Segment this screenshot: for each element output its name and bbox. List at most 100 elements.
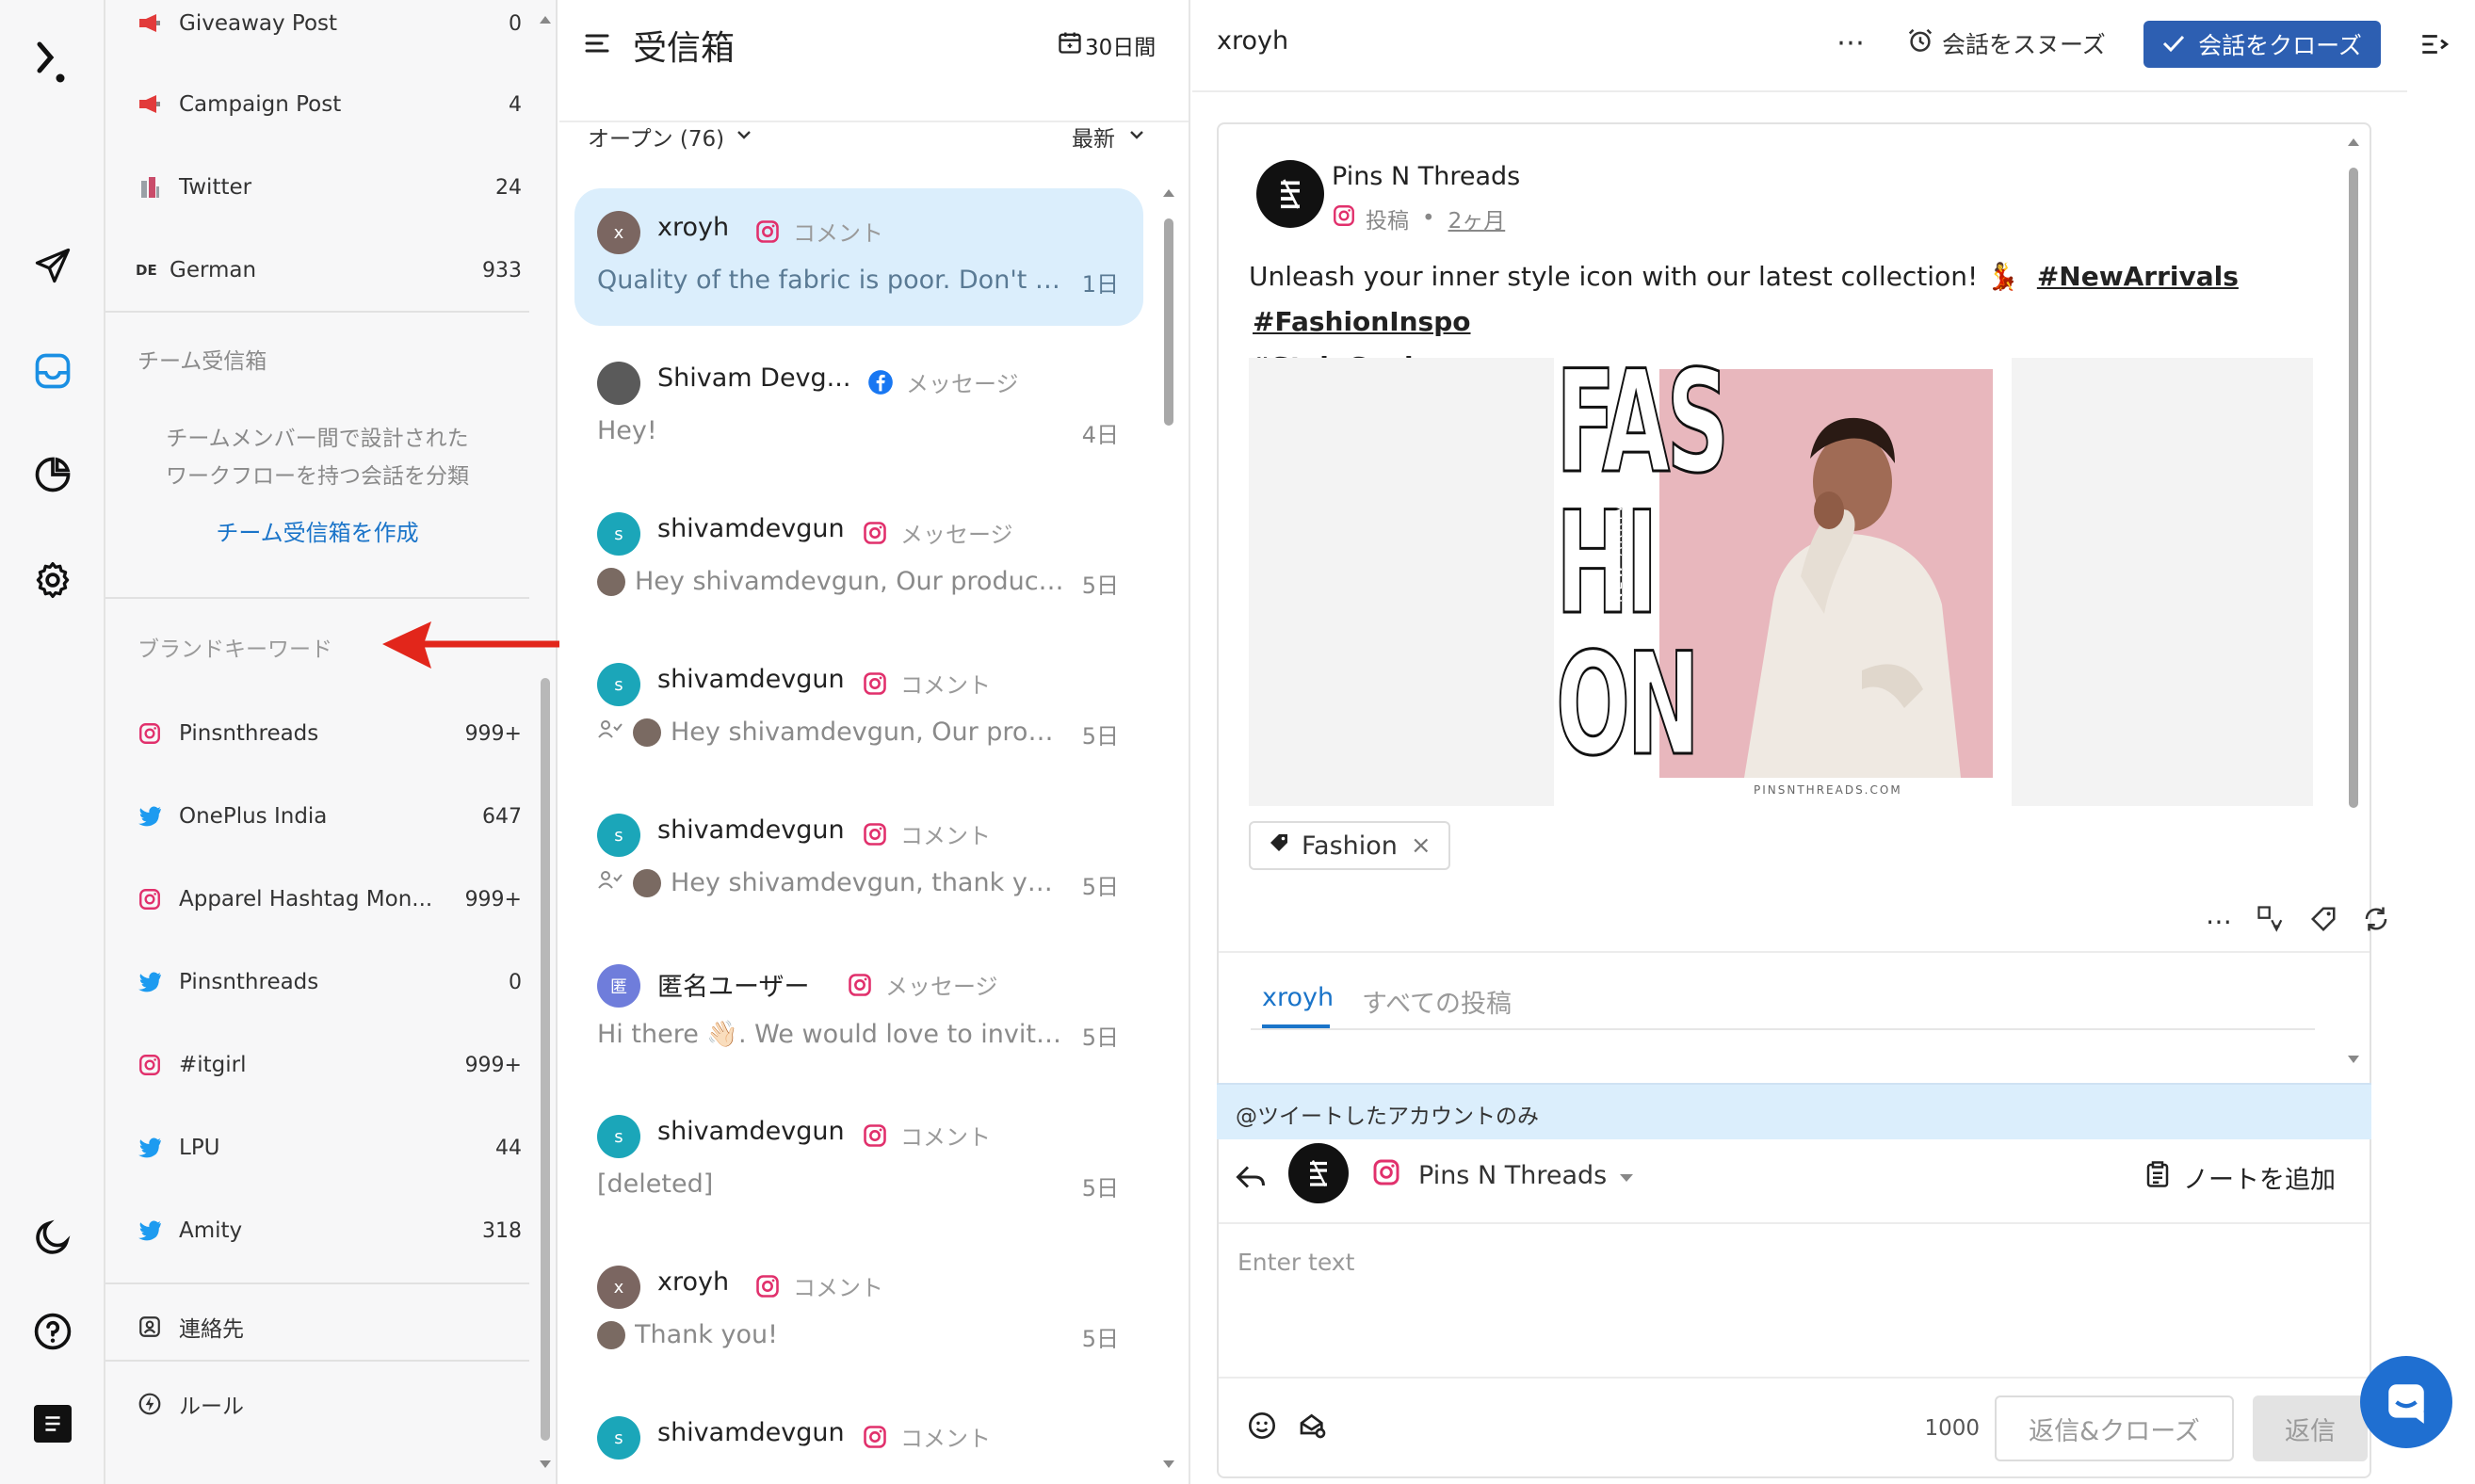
- instagram-icon: [861, 669, 889, 698]
- panel-toggle-icon[interactable]: [2418, 28, 2451, 64]
- settings-gear-icon[interactable]: [26, 554, 79, 606]
- sync-icon[interactable]: [2362, 905, 2390, 937]
- brand-keyword-item[interactable]: LPU 44: [136, 1124, 522, 1171]
- twitter-icon: [136, 802, 164, 831]
- menu-lines-icon[interactable]: [584, 32, 610, 58]
- close-icon[interactable]: ×: [1411, 831, 1432, 860]
- brand-keyword-item[interactable]: #itgirl 999+: [136, 1041, 522, 1089]
- avatar: s: [597, 814, 640, 857]
- saved-replies-icon[interactable]: [1298, 1411, 1328, 1444]
- chevron-down-icon: [1128, 124, 1145, 149]
- brand-avatar: [1256, 160, 1324, 228]
- divider: [1192, 90, 2407, 92]
- checkmark-icon: [2162, 31, 2185, 58]
- conversation-item[interactable]: x xroyh コメント Thank you! 5日: [574, 1243, 1143, 1380]
- reply-account-selector[interactable]: Pins N Threads: [1371, 1156, 1635, 1194]
- inbox-scrollbar[interactable]: [1158, 181, 1179, 1484]
- account-avatar[interactable]: [26, 1397, 79, 1450]
- conversation-time: 5日: [1081, 874, 1119, 900]
- brand-keyword-item[interactable]: Pinsnthreads 0: [136, 959, 522, 1006]
- contact-name: xroyh: [1217, 26, 1289, 56]
- divider: [105, 311, 529, 313]
- reply-arrow-icon[interactable]: [1234, 1160, 1268, 1198]
- hashtag-link[interactable]: #FashionInspo: [1253, 306, 1471, 337]
- conversation-name: xroyh: [657, 1267, 730, 1297]
- folder-label: Campaign Post: [179, 92, 342, 117]
- big-title-line: FAS: [1555, 358, 1730, 505]
- conversation-detail: xroyh ⋯ 会話をスヌーズ 会話をクローズ Pins N Threads 投…: [1192, 0, 2475, 1484]
- rules-bolt-icon: [136, 1390, 164, 1418]
- scrollbar-thumb[interactable]: [541, 678, 550, 1441]
- channel-label: メッセージ: [885, 974, 998, 1000]
- folder-item-campaign[interactable]: Campaign Post 4: [136, 81, 522, 128]
- contacts-icon: [136, 1313, 164, 1341]
- sort-dropdown[interactable]: 最新: [1072, 121, 1145, 153]
- tab-contact[interactable]: xroyh: [1262, 983, 1334, 1012]
- status-filter-label: オープン (76): [588, 127, 725, 152]
- tab-all-posts[interactable]: すべての投稿: [1362, 983, 1512, 1020]
- brand-keyword-item[interactable]: Pinsnthreads 999+: [136, 710, 522, 757]
- scrollbar-thumb[interactable]: [1164, 218, 1173, 426]
- instagram-icon: [861, 1423, 889, 1451]
- conversation-item[interactable]: s shivamdevgun コメント Hey shivamdevgun, Our p…: [574, 640, 1143, 778]
- reply-input[interactable]: Enter text: [1219, 1224, 2370, 1375]
- close-conversation-button[interactable]: 会話をクローズ: [2143, 21, 2381, 68]
- conversation-item[interactable]: s shivamdevgun コメント: [574, 1394, 1143, 1484]
- folder-item-giveaway[interactable]: Giveaway Post 0: [136, 0, 522, 47]
- snooze-button[interactable]: 会話をスヌーズ: [1906, 26, 2106, 60]
- post-scrollbar[interactable]: [2343, 132, 2364, 1073]
- folder-item-german[interactable]: DE German 933: [136, 247, 522, 294]
- conversation-item[interactable]: Shivam Devg... メッセージ Hey! 4日: [574, 339, 1143, 476]
- avatar: s: [597, 1416, 640, 1460]
- post-age-link[interactable]: 2ヶ月: [1448, 202, 1506, 234]
- conversation-channel: コメント: [753, 215, 883, 248]
- brand-keyword-label: Pinsnthreads: [179, 721, 319, 746]
- help-question-icon[interactable]: [26, 1305, 79, 1358]
- calendar-icon: [1057, 29, 1083, 61]
- conversation-item[interactable]: s shivamdevgun コメント [deleted] 5日: [574, 1092, 1143, 1230]
- app-logo-icon[interactable]: [26, 38, 79, 90]
- add-note-button[interactable]: ノートを追加: [2143, 1158, 2336, 1196]
- reply-and-close-button[interactable]: 返信&クローズ: [1995, 1395, 2234, 1461]
- conversation-item[interactable]: 匿匿名ユーザー メッセージ Hi there 👋🏻. We would love t…: [574, 942, 1143, 1079]
- tag-outline-icon[interactable]: [2309, 905, 2338, 937]
- brand-keyword-count: 999+: [464, 887, 522, 911]
- big-title-line: HI: [1555, 482, 1659, 646]
- folder-item-twitter[interactable]: Twitter 24: [136, 164, 522, 211]
- analytics-pie-icon[interactable]: [26, 448, 79, 501]
- more-options-icon[interactable]: ⋯: [2206, 906, 2232, 937]
- translate-icon[interactable]: [2257, 905, 2285, 937]
- more-options-icon[interactable]: ⋯: [1836, 26, 1867, 59]
- chat-support-button[interactable]: [2360, 1356, 2452, 1448]
- inbox-icon[interactable]: [26, 345, 79, 397]
- reply-button[interactable]: 返信: [2253, 1395, 2368, 1461]
- chevron-down-icon: [736, 124, 752, 149]
- conversation-item[interactable]: x xroyh コメント Quality of the fabric is poor.…: [574, 188, 1143, 326]
- post-body: Unleash your inner style icon with our l…: [1249, 261, 2019, 292]
- status-filter-dropdown[interactable]: オープン (76): [588, 121, 752, 153]
- publish-send-icon[interactable]: [26, 239, 79, 292]
- megaphone-icon: [136, 90, 164, 119]
- conversation-channel: コメント: [861, 667, 991, 700]
- reply-placeholder: Enter text: [1238, 1249, 1355, 1276]
- dark-mode-moon-icon[interactable]: [26, 1211, 79, 1264]
- emoji-icon[interactable]: [1247, 1411, 1277, 1444]
- brand-keyword-item[interactable]: Amity 318: [136, 1207, 522, 1254]
- conversation-item[interactable]: s shivamdevgun コメント Hey shivamdevgun, thank…: [574, 791, 1143, 928]
- brand-keyword-item[interactable]: OnePlus India 647: [136, 793, 522, 840]
- folder-scrollbar[interactable]: [535, 0, 556, 1484]
- tag-chip[interactable]: Fashion ×: [1249, 821, 1450, 870]
- rules-item[interactable]: ルール: [136, 1380, 522, 1428]
- date-range-button[interactable]: 30日間: [1057, 28, 1156, 62]
- conversation-preview: Hey shivamdevgun, thank you f...: [597, 868, 1068, 897]
- conversation-item[interactable]: s shivamdevgun メッセージ Hey shivamdevgun, Our …: [574, 490, 1143, 627]
- brand-keyword-count: 0: [509, 970, 522, 994]
- post-image[interactable]: FAS HI ON NEW ARRIVAL PINSNTHREADS.COM: [1554, 358, 2012, 806]
- chat-icon: [2388, 1384, 2424, 1424]
- brand-keyword-item[interactable]: Apparel Hashtag Mon... 999+: [136, 876, 522, 923]
- contacts-item[interactable]: 連絡先: [136, 1303, 522, 1350]
- create-team-inbox-link[interactable]: チーム受信箱を作成: [105, 514, 529, 547]
- avatar: x: [597, 211, 640, 254]
- hashtag-link[interactable]: #NewArrivals: [2037, 261, 2239, 292]
- scrollbar-thumb[interactable]: [2349, 168, 2358, 808]
